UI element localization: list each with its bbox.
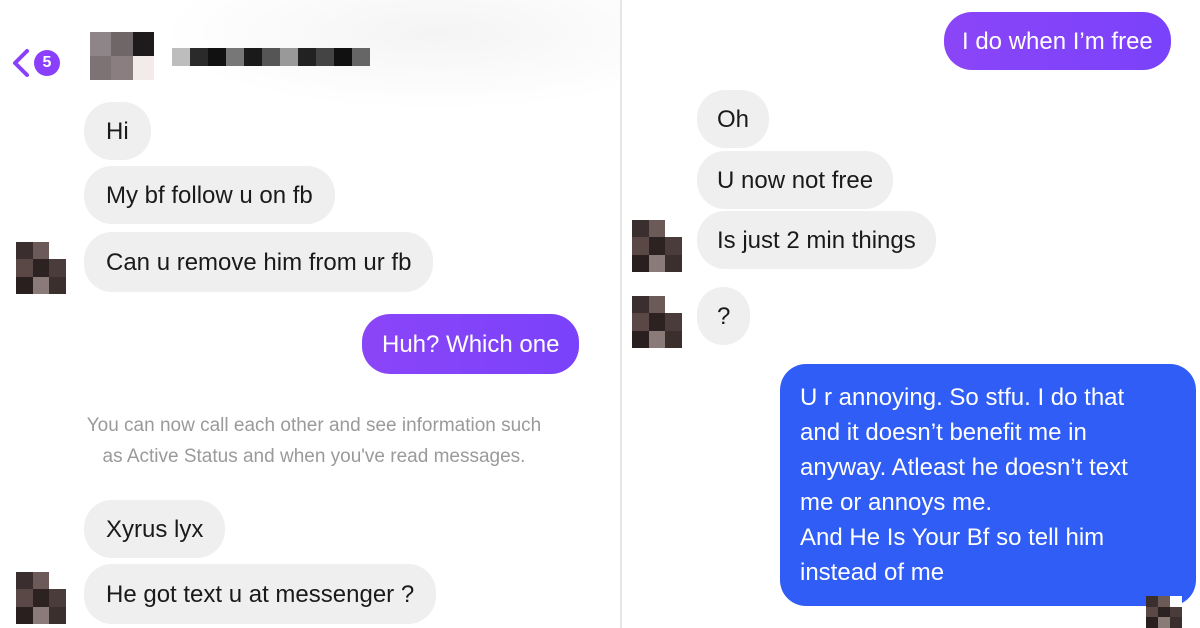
message-text: Hi <box>106 117 129 145</box>
message-text: Xyrus lyx <box>106 515 204 543</box>
contact-avatar-censored[interactable] <box>90 32 154 80</box>
message-text: Is just 2 min things <box>717 226 916 254</box>
chat-panel-left: 5 Hi My bf follow u on fb Can u remove h… <box>0 0 620 628</box>
message-line: and it doesn’t benefit me in <box>800 419 1087 446</box>
message-text: Huh? Which one <box>382 330 560 358</box>
message-text: He got text u at messenger ? <box>106 580 415 608</box>
contact-name-censored[interactable] <box>172 48 370 66</box>
contact-avatar[interactable] <box>16 242 66 294</box>
message-text: ? <box>717 302 731 330</box>
message-text: My bf follow u on fb <box>106 181 313 209</box>
incoming-message[interactable]: Oh <box>697 90 770 148</box>
incoming-message[interactable]: He got text u at messenger ? <box>84 564 437 624</box>
contact-avatar[interactable] <box>16 572 66 624</box>
chevron-left-icon <box>13 49 29 77</box>
message-line: instead of me <box>800 559 945 586</box>
read-receipt-avatar <box>1146 596 1182 628</box>
contact-avatar[interactable] <box>632 220 682 272</box>
back-button[interactable]: 5 <box>10 46 60 80</box>
message-text: U now not free <box>717 166 874 194</box>
message-line: anyway. Atleast he doesn’t text <box>800 454 1128 481</box>
system-notice-line: as Active Status and when you've read me… <box>102 446 526 467</box>
incoming-message[interactable]: Can u remove him from ur fb <box>84 232 434 292</box>
outgoing-long-message[interactable]: U r annoying. So stfu. I do that and it … <box>780 364 1196 606</box>
message-text: Can u remove him from ur fb <box>106 248 412 276</box>
message-line: U r annoying. So stfu. I do that <box>800 384 1125 411</box>
incoming-message[interactable]: Hi <box>84 102 151 160</box>
message-line: me or annoys me. <box>800 489 993 516</box>
incoming-message[interactable]: U now not free <box>697 151 894 209</box>
message-line: And He Is Your Bf so tell him <box>800 524 1105 551</box>
unread-count-badge: 5 <box>34 50 60 76</box>
outgoing-message[interactable]: I do when I’m free <box>944 12 1171 70</box>
system-notice: You can now call each other and see info… <box>24 410 604 472</box>
incoming-message[interactable]: Is just 2 min things <box>697 211 936 269</box>
chat-panel-right: I do when I’m free Oh U now not free Is … <box>622 0 1200 628</box>
system-notice-line: You can now call each other and see info… <box>86 415 542 436</box>
incoming-message[interactable]: ? <box>697 287 751 345</box>
incoming-message[interactable]: Xyrus lyx <box>84 500 226 558</box>
incoming-message[interactable]: My bf follow u on fb <box>84 166 335 224</box>
message-text: I do when I’m free <box>962 27 1153 55</box>
message-text: Oh <box>717 105 750 133</box>
outgoing-message[interactable]: Huh? Which one <box>362 314 580 374</box>
contact-avatar[interactable] <box>632 296 682 348</box>
